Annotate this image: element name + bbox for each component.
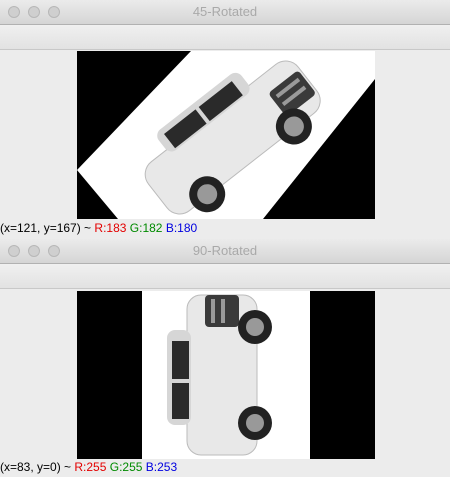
image-canvas[interactable]: [77, 291, 375, 459]
image-canvas[interactable]: [77, 51, 375, 219]
toolbar: [0, 25, 450, 50]
blue-value: B:253: [145, 460, 178, 474]
red-value: R:255: [74, 460, 107, 474]
window-title: 90-Rotated: [192, 243, 258, 258]
green-value: G:182: [129, 221, 163, 235]
title-bar[interactable]: 90-Rotated: [0, 239, 450, 264]
pixel-status-bar: (x=121, y=167) ~ R:183 G:182 B:180: [0, 221, 197, 235]
red-value: R:183: [94, 221, 127, 235]
blue-value: B:180: [165, 221, 198, 235]
window-45-rotated: 45-Rotated (x=121, y=167) ~ R:183 G:182 …: [0, 0, 450, 238]
cursor-coordinates: (x=121, y=167) ~: [0, 221, 95, 235]
pixel-status-bar: (x=83, y=0) ~ R:255 G:255 B:253: [0, 460, 177, 474]
title-bar[interactable]: 45-Rotated: [0, 0, 450, 25]
window-90-rotated: 90-Rotated (x=83, y=0) ~ R:255 G:255 B:2…: [0, 239, 450, 477]
rotated-car-image: [142, 291, 310, 459]
green-value: G:255: [109, 460, 143, 474]
rotated-car-image: [77, 51, 375, 219]
window-title: 45-Rotated: [192, 4, 258, 19]
toolbar: [0, 264, 450, 289]
cursor-coordinates: (x=83, y=0) ~: [0, 460, 75, 474]
